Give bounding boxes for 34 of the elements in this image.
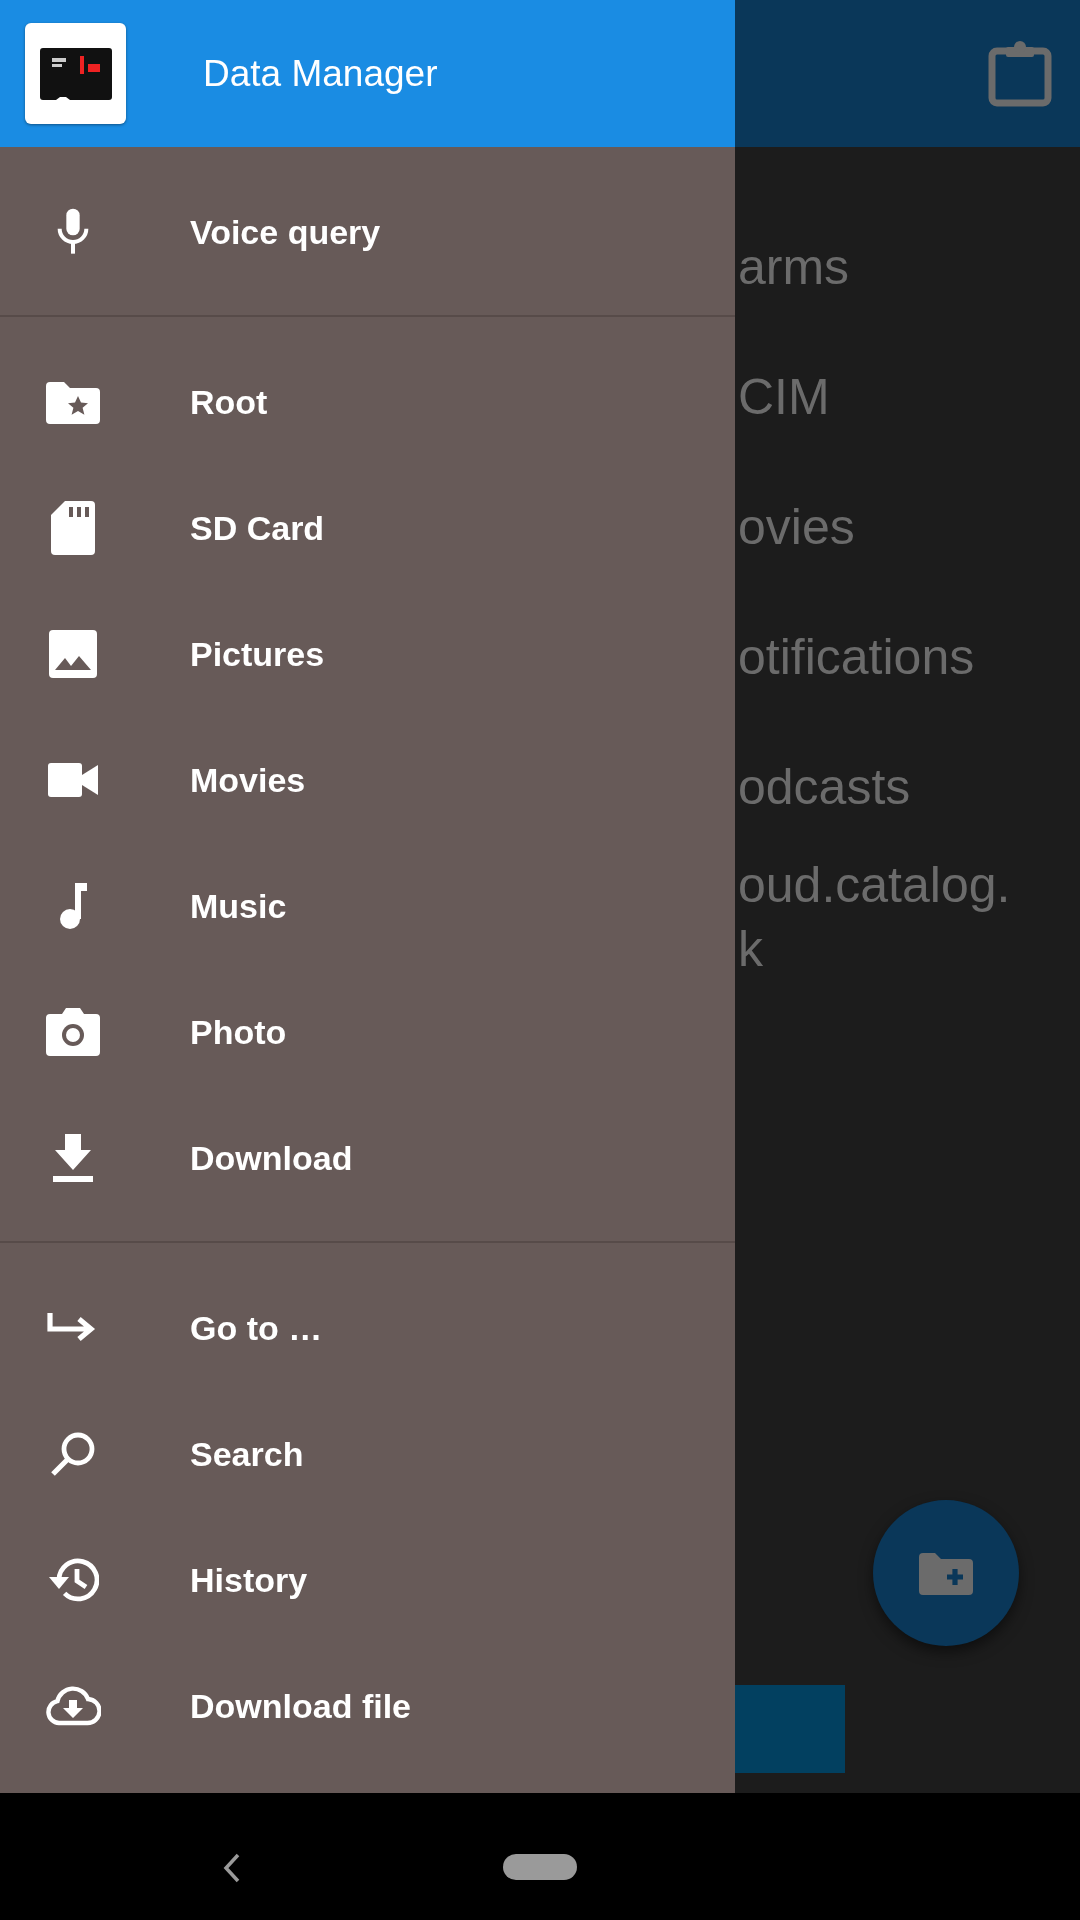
image-icon xyxy=(49,630,97,678)
drawer-item[interactable]: Voice query xyxy=(0,169,735,295)
folder-star-icon xyxy=(46,380,100,424)
drawer-item[interactable]: Pictures xyxy=(0,591,735,717)
sd-card-icon xyxy=(51,501,95,555)
memory-card-icon xyxy=(39,47,112,100)
drawer-item[interactable]: Go to … xyxy=(0,1265,735,1391)
history-icon xyxy=(47,1557,99,1603)
drawer-item[interactable]: History xyxy=(0,1517,735,1643)
drawer-item[interactable]: Photo xyxy=(0,969,735,1095)
video-camera-icon xyxy=(48,763,98,797)
folder-name: CIM xyxy=(738,368,831,427)
folder-name: otifications xyxy=(738,628,976,687)
download-icon xyxy=(53,1134,93,1182)
folder-plus-icon xyxy=(919,1551,973,1595)
clipboard-icon[interactable] xyxy=(988,40,1052,107)
app-title: Data Manager xyxy=(203,52,438,95)
search-icon xyxy=(50,1431,96,1477)
camera-icon xyxy=(46,1008,100,1056)
home-button[interactable] xyxy=(503,1854,577,1880)
cloud-download-icon xyxy=(45,1686,101,1726)
drawer-item[interactable]: SD Card xyxy=(0,465,735,591)
back-icon[interactable] xyxy=(222,1853,242,1883)
music-note-icon xyxy=(58,881,88,931)
drawer-item[interactable]: Music xyxy=(0,843,735,969)
folder-name: ovies xyxy=(738,498,856,557)
drawer-item[interactable]: Root xyxy=(0,339,735,465)
drawer-item[interactable]: Download xyxy=(0,1095,735,1221)
drawer-item[interactable]: Search xyxy=(0,1391,735,1517)
folder-name: arms xyxy=(738,238,851,297)
drawer-item[interactable]: Download file xyxy=(0,1643,735,1769)
drawer-item[interactable]: Movies xyxy=(0,717,735,843)
folder-name: odcasts xyxy=(738,758,912,817)
folder-name: oud.catalog. k xyxy=(738,856,1012,979)
